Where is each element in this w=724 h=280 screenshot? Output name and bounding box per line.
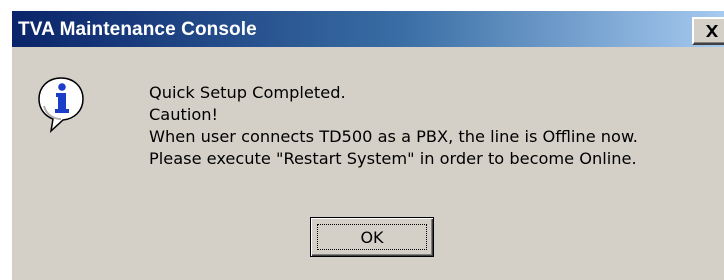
title-bar[interactable]: TVA Maintenance Console (12, 11, 724, 47)
close-button[interactable] (692, 17, 724, 45)
close-icon (706, 25, 718, 37)
message-line: Quick Setup Completed. (149, 83, 346, 102)
window-title: TVA Maintenance Console (18, 19, 257, 40)
message-line: Please execute "Restart System" in order… (149, 149, 637, 168)
ok-button-label: OK (360, 227, 384, 247)
info-icon (36, 76, 86, 134)
message-dialog: TVA Maintenance Console Quick Setup Comp… (10, 9, 724, 280)
message-line: Caution! (149, 105, 218, 124)
message-text: Quick Setup Completed. Caution! When use… (149, 82, 724, 170)
message-line: When user connects TD500 as a PBX, the l… (149, 127, 638, 146)
ok-button[interactable]: OK (310, 217, 434, 257)
